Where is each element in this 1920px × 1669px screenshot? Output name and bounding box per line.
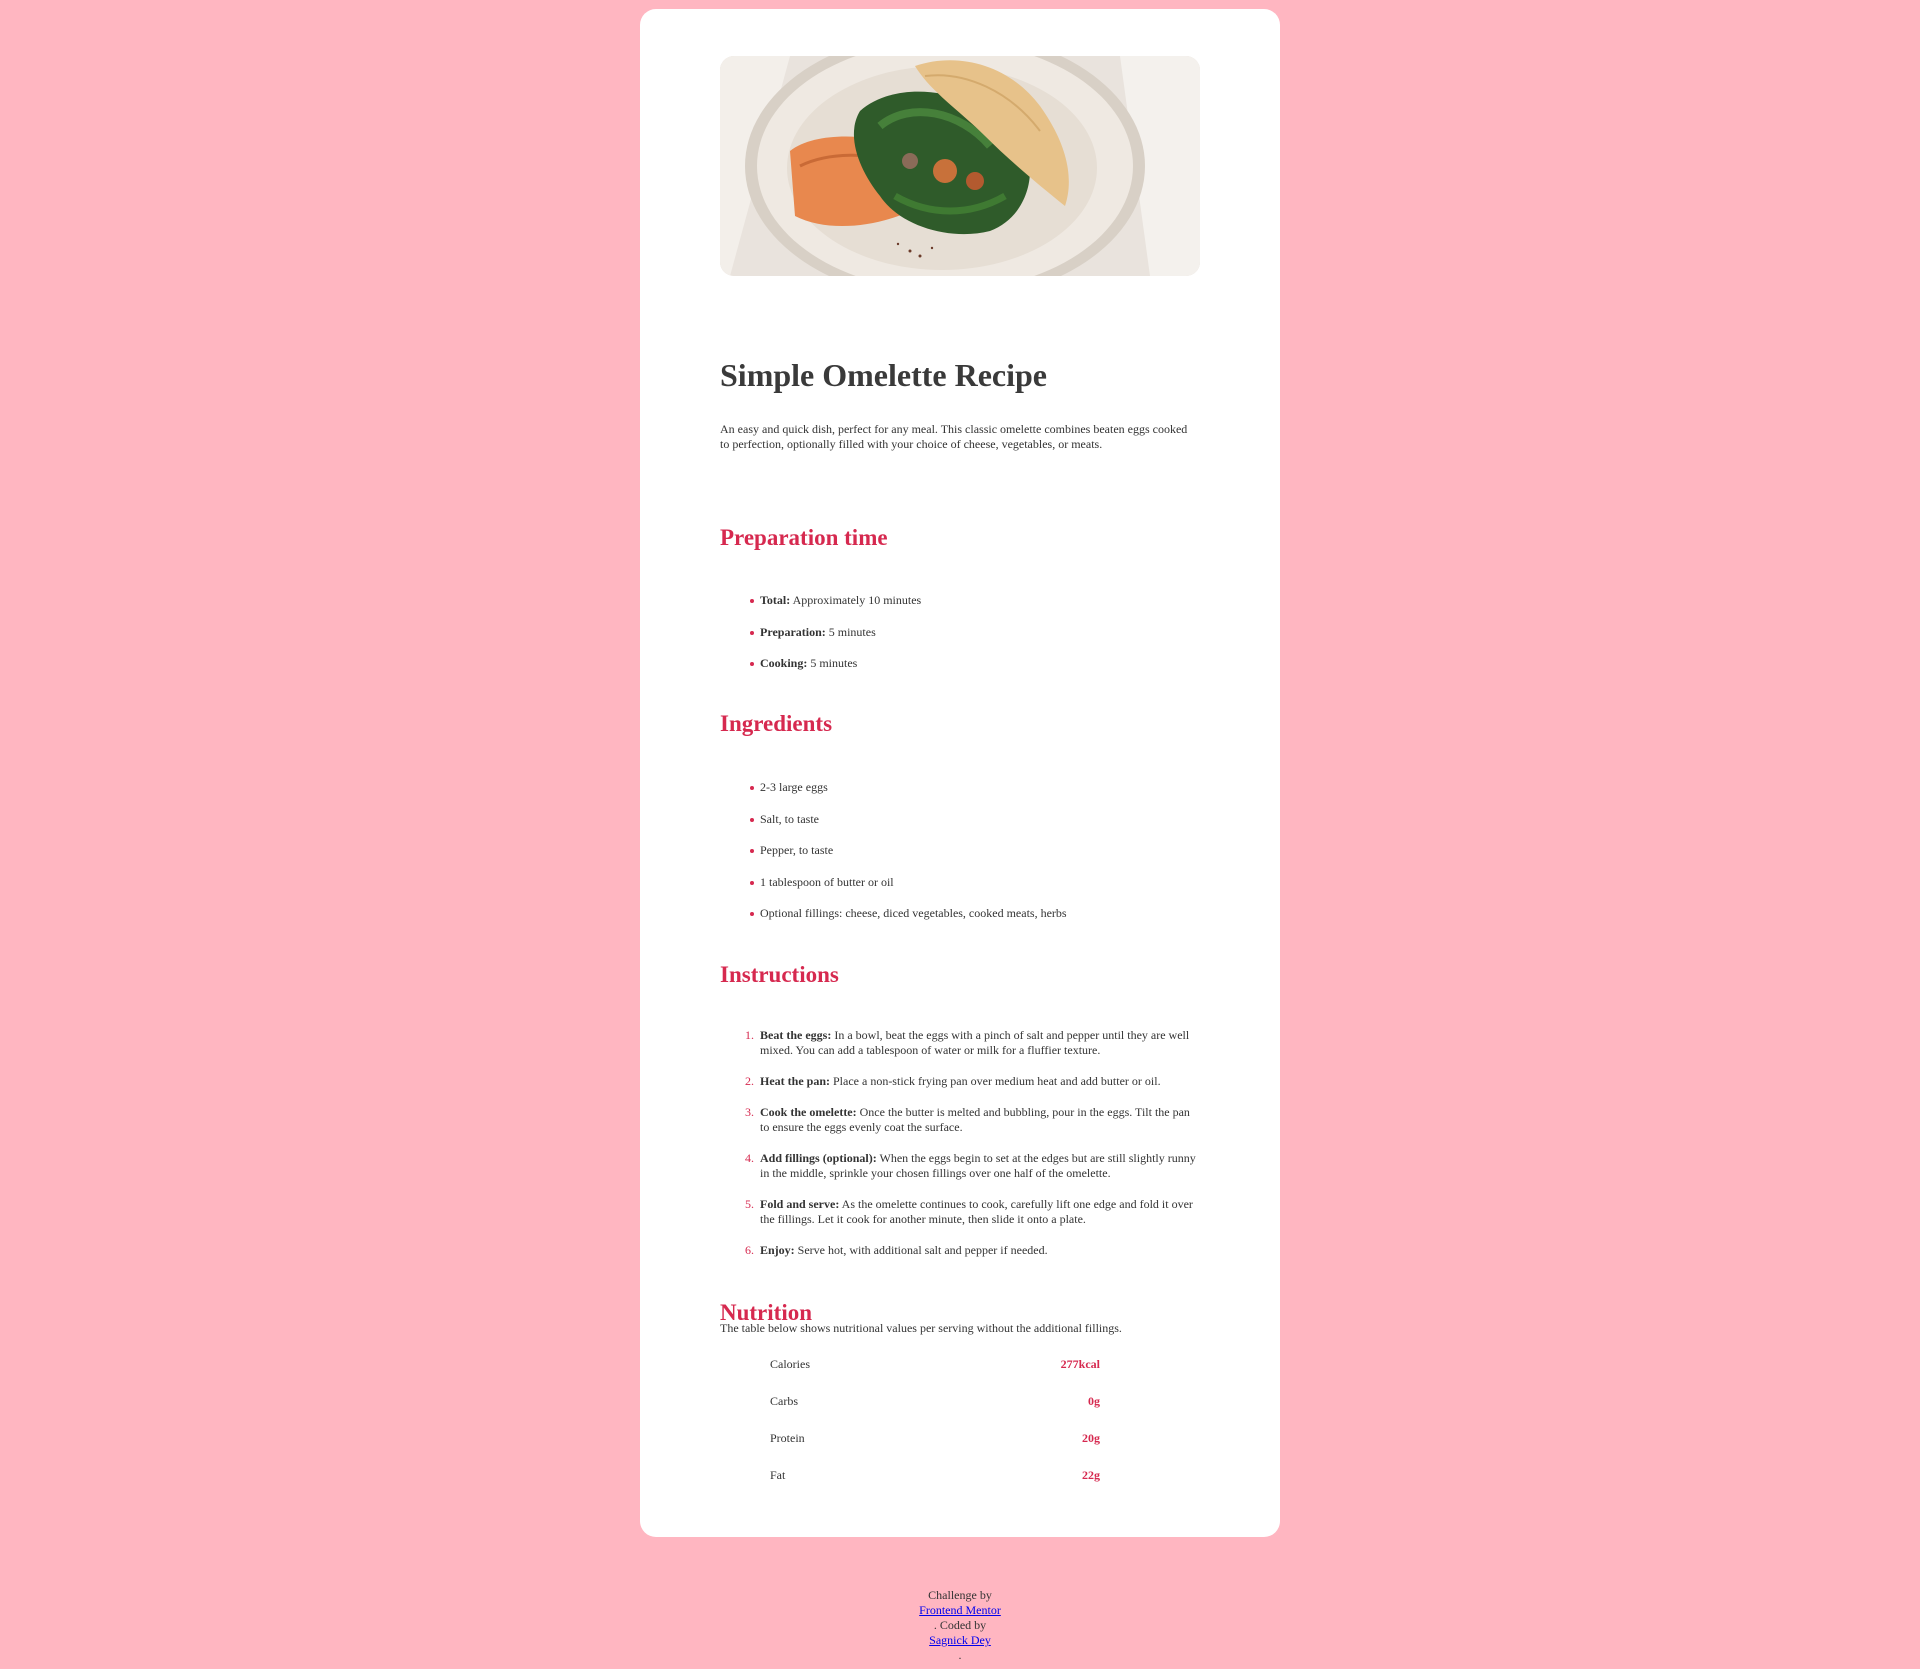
step-text: Place a non-stick frying pan over medium… (830, 1074, 1161, 1088)
list-item: Optional fillings: cheese, diced vegetab… (750, 906, 1200, 921)
step-label: Add fillings (optional): (760, 1151, 877, 1165)
list-item: 5. Fold and serve: As the omelette contin… (745, 1197, 1200, 1227)
table-row: Calories 277kcal (770, 1346, 1100, 1383)
list-item: 2-3 large eggs (750, 780, 1200, 795)
list-item-text: Approximately 10 minutes (790, 593, 922, 607)
list-item: Preparation: 5 minutes (750, 624, 1200, 640)
nutrition-label: Calories (770, 1357, 810, 1371)
list-item-text: 5 minutes (807, 656, 858, 670)
list-item: Total: Approximately 10 minutes (750, 593, 1200, 608)
list-item: 1 tablespoon of butter or oil (750, 875, 1200, 890)
nutrition-table: Calories 277kcal Carbs 0g Protein 20g Fa… (770, 1346, 1100, 1494)
table-row: Protein 20g (770, 1420, 1100, 1457)
table-row: Fat 22g (770, 1457, 1100, 1494)
nutrition-value: 20g (1082, 1431, 1100, 1445)
list-item-text: 5 minutes (825, 624, 876, 639)
instructions-list: 1. Beat the eggs: In a bowl, beat the egg… (720, 1028, 1200, 1274)
step-label: Enjoy: (760, 1243, 795, 1257)
frontend-mentor-link[interactable]: Frontend Mentor (919, 1603, 1001, 1617)
step-text: Serve hot, with additional salt and pepp… (794, 1243, 1048, 1257)
step-number: 4. (745, 1151, 754, 1165)
list-item: 6. Enjoy: Serve hot, with additional salt… (745, 1243, 1200, 1258)
preparation-heading: Preparation time (720, 525, 888, 550)
attribution-footer: Challenge by Frontend Mentor . Coded by … (0, 1588, 1920, 1663)
footer-challenge-text: Challenge by (928, 1588, 992, 1602)
preparation-list: Total: Approximately 10 minutes Preparat… (720, 593, 1200, 688)
step-number: 1. (745, 1028, 754, 1042)
step-label: Beat the eggs: (760, 1028, 832, 1042)
step-number: 2. (745, 1074, 754, 1088)
step-label: Fold and serve: (760, 1197, 840, 1211)
list-item: Salt, to taste (750, 812, 1200, 827)
step-number: 5. (745, 1197, 754, 1211)
list-item-label: Preparation: (760, 624, 826, 639)
recipe-content: Simple Omelette Recipe An easy and quick… (720, 56, 1200, 1482)
table-row: Carbs 0g (770, 1383, 1100, 1420)
step-label: Heat the pan: (760, 1074, 830, 1088)
list-item: 2. Heat the pan: Place a non-stick frying… (745, 1074, 1200, 1089)
nutrition-label: Carbs (770, 1394, 798, 1408)
list-item: Pepper, to taste (750, 843, 1200, 858)
list-item: 1. Beat the eggs: In a bowl, beat the egg… (745, 1028, 1200, 1058)
list-item: Cooking: 5 minutes (750, 656, 1200, 671)
list-item: 3. Cook the omelette: Once the butter is … (745, 1105, 1200, 1135)
nutrition-label: Protein (770, 1431, 805, 1445)
footer-coded-by-text: . Coded by (933, 1618, 987, 1632)
nutrition-value: 277kcal (1060, 1357, 1100, 1371)
list-item-label: Total: (760, 593, 791, 607)
recipe-title: Simple Omelette Recipe (720, 357, 1047, 393)
ingredients-list: 2-3 large eggs Salt, to taste Pepper, to… (720, 780, 1200, 938)
nutrition-value: 0g (1088, 1394, 1100, 1408)
list-item-label: Cooking: (760, 656, 808, 670)
nutrition-value: 22g (1082, 1468, 1100, 1482)
recipe-intro: An easy and quick dish, perfect for any … (720, 422, 1188, 451)
omelette-image (720, 56, 1200, 276)
nutrition-label: Fat (770, 1468, 786, 1482)
list-item: 4. Add fillings (optional): When the eggs… (745, 1151, 1200, 1181)
step-number: 3. (745, 1105, 754, 1119)
nutrition-intro: The table below shows nutritional values… (720, 1321, 1122, 1335)
ingredients-heading: Ingredients (720, 711, 833, 736)
step-label: Cook the omelette: (760, 1105, 857, 1119)
recipe-card: Simple Omelette Recipe An easy and quick… (640, 9, 1280, 1537)
footer-end-text: . (958, 1648, 962, 1662)
instructions-heading: Instructions (720, 962, 839, 987)
author-link[interactable]: Sagnick Dey (929, 1633, 991, 1647)
step-number: 6. (745, 1243, 754, 1257)
